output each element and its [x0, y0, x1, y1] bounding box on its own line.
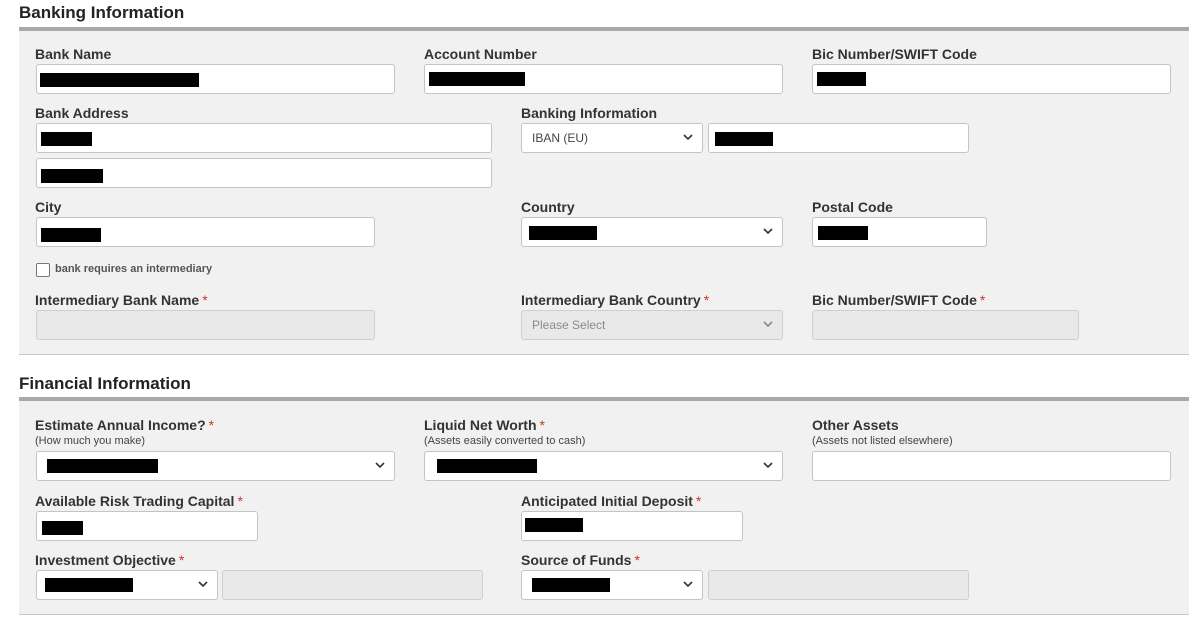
financial-panel: Estimate Annual Income? * (How much you m…	[19, 397, 1189, 615]
intermediary-bic-label: Bic Number/SWIFT Code *	[812, 292, 986, 308]
redacted-value	[47, 459, 158, 473]
bank-name-label: Bank Name	[35, 46, 112, 62]
required-marker: *	[703, 292, 710, 308]
chevron-down-icon	[762, 318, 774, 330]
initial-deposit-input[interactable]	[521, 511, 743, 541]
account-number-label: Account Number	[424, 46, 537, 62]
source-of-funds-label: Source of Funds *	[521, 552, 640, 568]
country-label: Country	[521, 199, 575, 215]
account-number-input[interactable]	[424, 64, 783, 94]
redacted-value	[41, 169, 103, 183]
investment-objective-other-input[interactable]	[222, 570, 483, 600]
chevron-down-icon	[762, 225, 774, 237]
intermediary-bank-name-label: Intermediary Bank Name *	[35, 292, 208, 308]
initial-deposit-label: Anticipated Initial Deposit *	[521, 493, 702, 509]
annual-income-select[interactable]	[36, 451, 395, 481]
chevron-down-icon	[682, 131, 694, 143]
intermediary-checkbox-label[interactable]: bank requires an intermediary	[55, 263, 212, 275]
chevron-down-icon	[197, 578, 209, 590]
other-assets-label: Other Assets	[812, 417, 899, 433]
banking-section-title: Banking Information	[19, 3, 185, 22]
chevron-down-icon	[374, 459, 386, 471]
other-assets-input[interactable]	[812, 451, 1171, 481]
bank-address-label: Bank Address	[35, 105, 129, 121]
bank-name-input[interactable]	[36, 64, 395, 94]
investment-objective-label: Investment Objective *	[35, 552, 185, 568]
chevron-down-icon	[682, 578, 694, 590]
redacted-value	[45, 578, 133, 592]
redacted-value	[818, 226, 868, 240]
redacted-value	[42, 521, 83, 535]
required-marker: *	[202, 292, 208, 308]
city-input[interactable]	[36, 217, 375, 247]
required-marker: *	[539, 417, 545, 433]
required-marker: *	[237, 493, 243, 509]
bic-input[interactable]	[812, 64, 1171, 94]
intermediary-checkbox[interactable]	[36, 263, 50, 277]
redacted-value	[41, 228, 101, 242]
bic-label: Bic Number/SWIFT Code	[812, 46, 977, 62]
postal-code-label: Postal Code	[812, 199, 893, 215]
intermediary-bank-country-label: Intermediary Bank Country *	[521, 292, 710, 308]
source-of-funds-select[interactable]	[521, 570, 703, 600]
intermediary-bic-input[interactable]	[812, 310, 1079, 340]
banking-info-type-select[interactable]: IBAN (EU)	[521, 123, 703, 153]
redacted-value	[817, 72, 866, 86]
banking-info-label: Banking Information	[521, 105, 658, 121]
intermediary-bank-country-select[interactable]: Please Select	[521, 310, 783, 340]
required-marker: *	[979, 292, 986, 308]
redacted-value	[715, 132, 773, 146]
redacted-value	[40, 73, 199, 87]
bank-address-line1-input[interactable]	[36, 123, 492, 153]
required-marker: *	[178, 552, 185, 568]
annual-income-hint: (How much you make)	[35, 435, 146, 447]
country-select[interactable]	[521, 217, 783, 247]
redacted-value	[41, 132, 92, 146]
redacted-value	[525, 518, 583, 532]
redacted-value	[529, 226, 597, 240]
postal-code-input[interactable]	[812, 217, 987, 247]
banking-info-type-value: IBAN (EU)	[532, 131, 589, 145]
city-label: City	[35, 199, 62, 215]
redacted-value	[429, 72, 525, 86]
chevron-down-icon	[762, 459, 774, 471]
risk-capital-input[interactable]	[36, 511, 258, 541]
other-assets-hint: (Assets not listed elsewhere)	[812, 435, 953, 447]
risk-capital-label: Available Risk Trading Capital *	[35, 493, 243, 509]
intermediary-bank-name-input[interactable]	[36, 310, 375, 340]
annual-income-label: Estimate Annual Income? *	[35, 417, 215, 433]
redacted-value	[437, 459, 537, 473]
required-marker: *	[634, 552, 640, 568]
intermediary-country-placeholder: Please Select	[532, 318, 606, 332]
liquid-net-worth-select[interactable]	[424, 451, 783, 481]
required-marker: *	[208, 417, 215, 433]
liquid-net-worth-label: Liquid Net Worth *	[424, 417, 545, 433]
banking-panel: Bank Name Account Number Bic Number/SWIF…	[19, 27, 1189, 355]
required-marker: *	[695, 493, 702, 509]
iban-input[interactable]	[708, 123, 969, 153]
financial-section-title: Financial Information	[19, 374, 191, 393]
source-of-funds-other-input[interactable]	[708, 570, 969, 600]
investment-objective-select[interactable]	[36, 570, 218, 600]
bank-address-line2-input[interactable]	[36, 158, 492, 188]
redacted-value	[532, 578, 610, 592]
liquid-net-worth-hint: (Assets easily converted to cash)	[424, 435, 586, 447]
